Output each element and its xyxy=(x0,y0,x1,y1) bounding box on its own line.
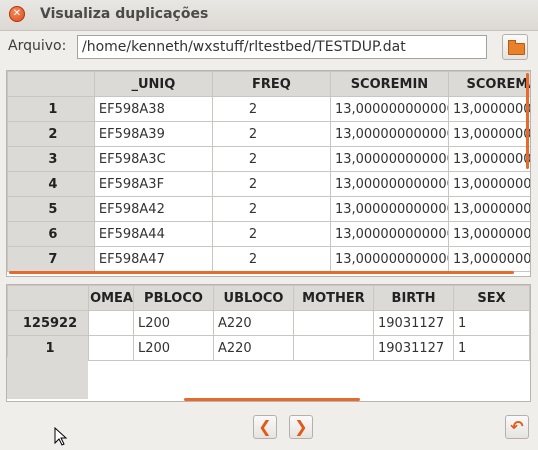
next-button[interactable]: ❯ xyxy=(289,415,313,439)
horizontal-scrollbar[interactable] xyxy=(184,398,360,401)
table-row[interactable]: 6EF598A44213,00000000000013,000000000000 xyxy=(7,221,530,247)
row-label[interactable]: 1 xyxy=(7,96,95,122)
file-path-input[interactable] xyxy=(77,35,487,59)
column-header-ubloco[interactable]: UBLOCO xyxy=(213,285,294,311)
table-row[interactable]: 3EF598A3C213,00000000000013,000000000000 xyxy=(7,146,530,172)
row-label[interactable]: 4 xyxy=(7,171,95,197)
row-label[interactable]: 7 xyxy=(7,246,95,272)
column-header-sex[interactable]: SEX xyxy=(453,285,530,311)
undo-arrow-icon: ↶ xyxy=(510,417,524,436)
cell-pbloco[interactable]: L200 xyxy=(133,335,214,361)
cell-scoremax[interactable]: 13,000000000000 xyxy=(447,171,530,197)
column-header-freq[interactable]: FREQ xyxy=(211,71,331,97)
column-header-scoremin[interactable]: SCOREMIN xyxy=(329,71,449,97)
cell-omea[interactable] xyxy=(88,310,134,336)
chevron-right-icon: ❯ xyxy=(294,417,308,436)
row-label[interactable]: 125922 xyxy=(7,310,89,336)
cell-freq[interactable]: 2 xyxy=(211,96,331,122)
table-row[interactable]: 7EF598A47213,00000000000013,000000000000 xyxy=(7,246,530,272)
cell-uniq[interactable]: EF598A42 xyxy=(93,196,213,222)
cell-freq[interactable]: 2 xyxy=(211,146,331,172)
cell-uniq[interactable]: EF598A38 xyxy=(93,96,213,122)
window-title: Visualiza duplicações xyxy=(40,6,209,22)
empty-row-label-area xyxy=(7,357,88,399)
cell-freq[interactable]: 2 xyxy=(211,221,331,247)
cell-freq[interactable]: 2 xyxy=(211,196,331,222)
cell-sex[interactable]: 1 xyxy=(453,335,530,361)
arquivo-label: Arquivo: xyxy=(8,38,67,54)
cell-uniq[interactable]: EF598A3F xyxy=(93,171,213,197)
cell-scoremax[interactable]: 13,000000000000 xyxy=(447,221,530,247)
table-row[interactable]: 2EF598A39213,00000000000013,000000000000 xyxy=(7,121,530,147)
cell-scoremin[interactable]: 13,000000000000 xyxy=(329,96,449,122)
horizontal-scrollbar[interactable] xyxy=(9,271,514,274)
cell-scoremin[interactable]: 13,000000000000 xyxy=(329,246,449,272)
cell-scoremin[interactable]: 13,000000000000 xyxy=(329,196,449,222)
cell-scoremin[interactable]: 13,000000000000 xyxy=(329,221,449,247)
cell-sex[interactable]: 1 xyxy=(453,310,530,336)
cell-uniq[interactable]: EF598A39 xyxy=(93,121,213,147)
cell-scoremax[interactable]: 13,000000000000 xyxy=(447,246,530,272)
title-bar: ✕ Visualiza duplicações xyxy=(0,0,538,31)
cell-scoremax[interactable]: 13,000000000000 xyxy=(447,146,530,172)
column-header-scoremax[interactable]: SCOREMAX xyxy=(447,71,530,97)
row-label[interactable]: 6 xyxy=(7,221,95,247)
row-label[interactable]: 3 xyxy=(7,146,95,172)
column-header-omea[interactable]: OMEA xyxy=(88,285,134,311)
corner-cell xyxy=(7,285,89,311)
cell-scoremin[interactable]: 13,000000000000 xyxy=(329,146,449,172)
previous-button[interactable]: ❮ xyxy=(253,415,277,439)
column-header-pbloco[interactable]: PBLOCO xyxy=(133,285,214,311)
cell-scoremax[interactable]: 13,000000000000 xyxy=(447,121,530,147)
chevron-left-icon: ❮ xyxy=(258,417,272,436)
table-row[interactable]: 125922 L200 A220 19031127 1 xyxy=(7,310,530,336)
cell-ubloco[interactable]: A220 xyxy=(213,335,294,361)
mouse-cursor-icon xyxy=(54,427,68,446)
browse-folder-button[interactable] xyxy=(502,34,528,60)
grid2-header-row: OMEA PBLOCO UBLOCO MOTHER BIRTH SEX xyxy=(7,285,530,311)
row-label[interactable]: 2 xyxy=(7,121,95,147)
cell-mother[interactable] xyxy=(293,310,374,336)
cell-ubloco[interactable]: A220 xyxy=(213,310,294,336)
duplicates-summary-grid[interactable]: _UNIQ FREQ SCOREMIN SCOREMAX 1EF598A3821… xyxy=(6,70,531,277)
cell-freq[interactable]: 2 xyxy=(211,121,331,147)
back-button[interactable]: ↶ xyxy=(505,415,529,439)
table-row[interactable]: 4EF598A3F213,00000000000013,000000000000 xyxy=(7,171,530,197)
column-header-mother[interactable]: MOTHER xyxy=(293,285,374,311)
vertical-scrollbar[interactable] xyxy=(526,73,529,169)
cell-birth[interactable]: 19031127 xyxy=(373,310,454,336)
grid1-header-row: _UNIQ FREQ SCOREMIN SCOREMAX xyxy=(7,71,530,97)
cell-scoremin[interactable]: 13,000000000000 xyxy=(329,171,449,197)
cell-omea[interactable] xyxy=(88,335,134,361)
cell-freq[interactable]: 2 xyxy=(211,171,331,197)
cell-uniq[interactable]: EF598A3C xyxy=(93,146,213,172)
cell-scoremax[interactable]: 13,000000000000 xyxy=(447,96,530,122)
cell-scoremax[interactable]: 13,000000000000 xyxy=(447,196,530,222)
corner-cell xyxy=(7,71,95,97)
column-header-uniq[interactable]: _UNIQ xyxy=(93,71,213,97)
folder-icon xyxy=(508,40,525,55)
cell-scoremin[interactable]: 13,000000000000 xyxy=(329,121,449,147)
cell-pbloco[interactable]: L200 xyxy=(133,310,214,336)
cell-uniq[interactable]: EF598A44 xyxy=(93,221,213,247)
table-row[interactable]: 5EF598A42213,00000000000013,000000000000 xyxy=(7,196,530,222)
cell-uniq[interactable]: EF598A47 xyxy=(93,246,213,272)
table-row[interactable]: 1EF598A38213,00000000000013,000000000000 xyxy=(7,96,530,122)
column-header-birth[interactable]: BIRTH xyxy=(373,285,454,311)
close-icon[interactable]: ✕ xyxy=(9,6,25,22)
row-label[interactable]: 5 xyxy=(7,196,95,222)
cell-mother[interactable] xyxy=(293,335,374,361)
cell-freq[interactable]: 2 xyxy=(211,246,331,272)
cell-birth[interactable]: 19031127 xyxy=(373,335,454,361)
